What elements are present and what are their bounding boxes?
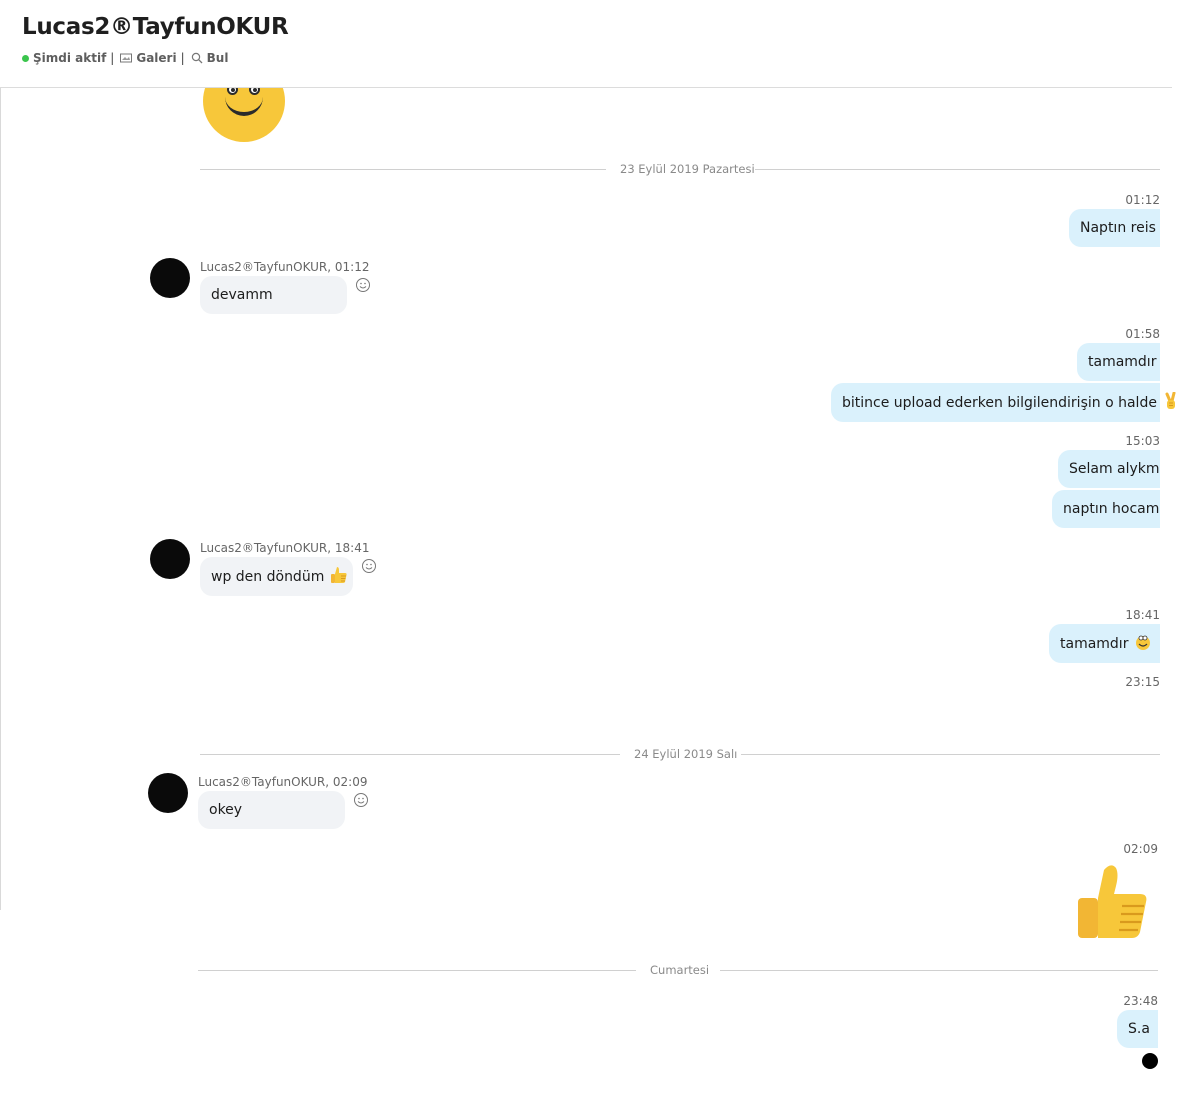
message-text: Naptın reis	[1080, 220, 1156, 236]
message-time: 23:15	[1125, 675, 1160, 689]
message-time: 18:41	[1125, 608, 1160, 622]
large-thumbs-up-emoji[interactable]	[1074, 862, 1154, 940]
message-text: Selam alykm	[1069, 461, 1160, 477]
separator: |	[110, 51, 115, 65]
find-button[interactable]: Bul	[207, 51, 229, 65]
add-reaction-icon[interactable]	[353, 792, 369, 808]
message-time: 01:12	[1125, 193, 1160, 207]
victory-hand-icon	[1163, 391, 1178, 414]
date-separator: 24 Eylül 2019 Salı	[200, 747, 1160, 761]
message-text: devamm	[211, 287, 273, 303]
outgoing-message[interactable]: Selam alykm	[1058, 450, 1160, 488]
incoming-message[interactable]: wp den döndüm	[200, 557, 353, 596]
avatar[interactable]	[148, 773, 188, 813]
message-text: S.a	[1128, 1021, 1150, 1037]
sender-name: Lucas2®TayfunOKUR, 01:12	[200, 260, 370, 274]
outgoing-message[interactable]: naptın hocam	[1052, 490, 1160, 528]
incoming-message[interactable]: okey	[198, 791, 345, 829]
read-receipt-avatar	[1142, 1053, 1158, 1069]
header-actions: Şimdi aktif | Galeri | Bul	[22, 51, 228, 65]
message-time: 15:03	[1125, 434, 1160, 448]
date-separator: 23 Eylül 2019 Pazartesi	[200, 162, 1160, 176]
message-text: tamamdır	[1088, 354, 1157, 370]
presence-status: Şimdi aktif	[33, 51, 107, 65]
message-text: wp den döndüm	[211, 568, 325, 585]
gallery-button[interactable]: Galeri	[136, 51, 176, 65]
message-time: 23:48	[1123, 994, 1158, 1008]
message-text: naptın hocam	[1063, 501, 1160, 517]
emoji-mouth	[225, 96, 263, 116]
add-reaction-icon[interactable]	[355, 277, 371, 293]
search-icon[interactable]	[191, 52, 203, 64]
smile-emoji-icon	[1134, 633, 1152, 655]
date-label: 24 Eylül 2019 Salı	[634, 747, 738, 761]
message-text: tamamdır	[1060, 635, 1129, 652]
add-reaction-icon[interactable]	[361, 558, 377, 574]
outgoing-message[interactable]: Naptın reis	[1069, 209, 1160, 247]
date-label: 23 Eylül 2019 Pazartesi	[620, 162, 755, 176]
message-time: 02:09	[1123, 842, 1158, 856]
online-status-icon	[22, 54, 29, 62]
sender-name: Lucas2®TayfunOKUR, 18:41	[200, 541, 370, 555]
outgoing-message[interactable]: tamamdır	[1077, 343, 1160, 381]
chat-header: Lucas2®TayfunOKUR Şimdi aktif | Galeri |…	[0, 0, 1172, 88]
chat-title[interactable]: Lucas2®TayfunOKUR	[22, 14, 289, 40]
separator: |	[180, 51, 185, 65]
date-separator: Cumartesi	[198, 963, 1158, 977]
outgoing-message[interactable]: bitince upload ederken bilgilendirişin o…	[831, 383, 1176, 422]
message-text: okey	[209, 802, 243, 818]
incoming-message[interactable]: devamm	[200, 276, 347, 314]
outgoing-message[interactable]: S.a	[1117, 1010, 1158, 1048]
avatar[interactable]	[150, 539, 190, 579]
thumbs-up-icon	[330, 566, 348, 588]
date-label: Cumartesi	[650, 963, 710, 977]
left-border	[0, 0, 1, 910]
avatar[interactable]	[150, 258, 190, 298]
message-time: 01:58	[1125, 327, 1160, 341]
message-text: bitince upload ederken bilgilendirişin o…	[842, 394, 1157, 411]
sender-name: Lucas2®TayfunOKUR, 02:09	[198, 775, 368, 789]
gallery-icon[interactable]	[120, 53, 133, 63]
outgoing-message[interactable]: tamamdır	[1049, 624, 1160, 663]
